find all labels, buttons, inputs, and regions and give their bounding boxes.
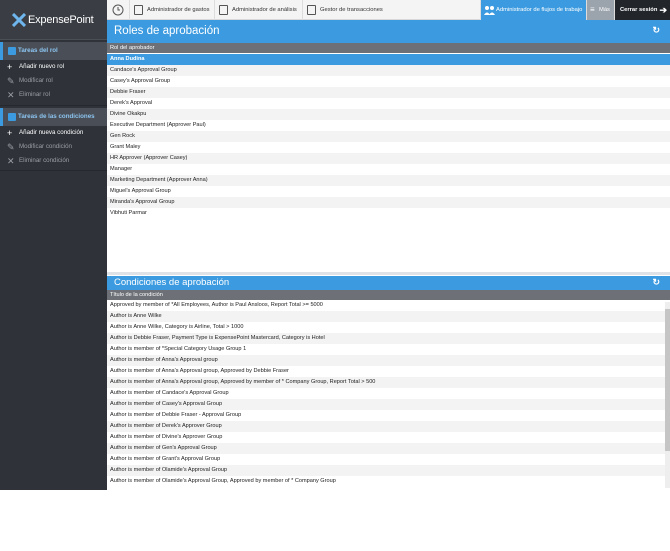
- role-row[interactable]: Manager: [107, 164, 670, 175]
- menu-icon: ≡: [590, 5, 595, 14]
- role-row[interactable]: Candace's Approval Group: [107, 65, 670, 76]
- role-row[interactable]: HR Approver (Approver Casey): [107, 153, 670, 164]
- condition-row[interactable]: Author is member of Anna's Approval grou…: [107, 377, 665, 388]
- refresh-icon[interactable]: ↻: [652, 277, 660, 288]
- add-condition-button[interactable]: + Añadir nueva condición: [0, 126, 107, 140]
- roles-panel-title: Roles de aprobación: [114, 25, 220, 37]
- roles-panel-header: Roles de aprobación ↻: [107, 20, 670, 43]
- roles-tasks-label: Tareas del rol: [18, 47, 58, 54]
- pencil-icon: ✎: [7, 76, 15, 86]
- condition-row[interactable]: Author is member of Derek's Approver Gro…: [107, 421, 665, 432]
- roles-column-header[interactable]: Rol del aprobador: [107, 43, 670, 53]
- close-icon: ✕: [7, 90, 15, 100]
- top-navigation: Administrador de gastos Administrador de…: [107, 0, 670, 20]
- sidebar-divider: [0, 170, 107, 171]
- condition-row[interactable]: Author is member of Anna's Approval grou…: [107, 355, 665, 366]
- analysis-manager-tab[interactable]: Administrador de análisis: [214, 0, 302, 20]
- condition-row[interactable]: Author is member of Olamide's Approval G…: [107, 465, 665, 476]
- sidebar: ExpensePoint Tareas del rol + Añadir nue…: [0, 0, 107, 490]
- role-row-selected[interactable]: Anna Dudina: [107, 54, 670, 65]
- analysis-manager-label: Administrador de análisis: [232, 7, 297, 13]
- delete-condition-button[interactable]: ✕ Eliminar condición: [0, 154, 107, 168]
- condition-row[interactable]: Approved by member of *All Employees, Au…: [107, 300, 665, 311]
- workflow-manager-label: Administrador de flujos de trabajo: [496, 7, 583, 13]
- condition-row[interactable]: Author is Anne Wilke, Category is Airlin…: [107, 322, 665, 333]
- clock-icon: [112, 4, 124, 16]
- role-row[interactable]: Grant Maley: [107, 142, 670, 153]
- conditions-tasks-header: Tareas de las condiciones: [0, 108, 107, 126]
- panel-divider: [107, 272, 670, 275]
- condition-row[interactable]: Author is Debbie Fraser, Payment Type is…: [107, 333, 665, 344]
- pencil-icon: ✎: [7, 142, 15, 152]
- condition-row[interactable]: Author is member of Casey's Approval Gro…: [107, 399, 665, 410]
- plus-icon: +: [7, 62, 13, 72]
- workflow-manager-tab[interactable]: Administrador de flujos de trabajo: [480, 0, 586, 20]
- role-row[interactable]: Executive Department (Approver Paul): [107, 120, 670, 131]
- condition-row[interactable]: Author is member of Divine's Approver Gr…: [107, 432, 665, 443]
- plus-icon: +: [7, 128, 13, 138]
- expense-manager-tab[interactable]: Administrador de gastos: [129, 0, 214, 20]
- modify-role-button[interactable]: ✎ Modificar rol: [0, 74, 107, 88]
- clock-nav-button[interactable]: [107, 0, 129, 20]
- expense-icon: [134, 5, 143, 15]
- brand-name: ExpensePoint: [28, 14, 94, 26]
- condition-row[interactable]: Author is member of Anna's Approval grou…: [107, 366, 665, 377]
- conditions-panel-title: Condiciones de aprobación: [114, 277, 230, 288]
- logout-button[interactable]: Cerrar sesión ➔: [614, 0, 670, 20]
- logout-label: Cerrar sesión: [620, 7, 658, 13]
- role-row[interactable]: Gen Rock: [107, 131, 670, 142]
- modify-condition-label: Modificar condición: [19, 143, 72, 150]
- transaction-manager-tab[interactable]: Gestor de transacciones: [302, 0, 480, 20]
- logout-icon: ➔: [659, 5, 667, 15]
- conditions-tasks-label: Tareas de las condiciones: [18, 113, 95, 120]
- conditions-column-header[interactable]: Título de la condición: [107, 290, 670, 300]
- role-row[interactable]: Miguel's Approval Group: [107, 186, 670, 197]
- logo[interactable]: ExpensePoint: [0, 0, 107, 40]
- conditions-tasks-icon: [8, 113, 16, 121]
- role-row[interactable]: Derek's Approval: [107, 98, 670, 109]
- role-row[interactable]: Marketing Department (Approver Anna): [107, 175, 670, 186]
- condition-row[interactable]: Author is member of Debbie Fraser - Appr…: [107, 410, 665, 421]
- role-row[interactable]: Debbie Fraser: [107, 87, 670, 98]
- transaction-manager-label: Gestor de transacciones: [320, 7, 383, 13]
- condition-row[interactable]: Author is member of Candace's Approval G…: [107, 388, 665, 399]
- sidebar-divider: [0, 105, 107, 106]
- conditions-scrollbar-thumb[interactable]: [665, 309, 670, 451]
- transaction-icon: [307, 5, 316, 15]
- close-icon: ✕: [7, 156, 15, 166]
- expense-manager-label: Administrador de gastos: [147, 7, 210, 13]
- more-menu-button[interactable]: ≡ Más: [586, 0, 614, 20]
- modify-role-label: Modificar rol: [19, 77, 53, 84]
- add-condition-label: Añadir nueva condición: [19, 129, 84, 136]
- delete-role-button[interactable]: ✕ Eliminar rol: [0, 88, 107, 102]
- analysis-icon: [219, 5, 228, 15]
- more-label: Más: [599, 7, 610, 13]
- condition-row[interactable]: Author is member of Grant's Approval Gro…: [107, 454, 665, 465]
- conditions-panel-header: Condiciones de aprobación ↻: [107, 276, 670, 290]
- delete-condition-label: Eliminar condición: [19, 157, 70, 164]
- delete-role-label: Eliminar rol: [19, 91, 50, 98]
- condition-row[interactable]: Author is member of Olamide's Approval G…: [107, 476, 665, 487]
- role-row[interactable]: Divine Okakpu: [107, 109, 670, 120]
- condition-row[interactable]: Author is Anne Wilke: [107, 311, 665, 322]
- role-row[interactable]: Casey's Approval Group: [107, 76, 670, 87]
- roles-tasks-icon: [8, 47, 16, 55]
- role-row[interactable]: Miranda's Approval Group: [107, 197, 670, 208]
- roles-tasks-header: Tareas del rol: [0, 42, 107, 60]
- modify-condition-button[interactable]: ✎ Modificar condición: [0, 140, 107, 154]
- add-role-label: Añadir nuevo rol: [19, 63, 65, 70]
- refresh-icon[interactable]: ↻: [652, 25, 660, 36]
- app-window: ExpensePoint Tareas del rol + Añadir nue…: [0, 0, 670, 490]
- add-role-button[interactable]: + Añadir nuevo rol: [0, 60, 107, 74]
- workflow-icon: [484, 6, 495, 15]
- condition-row[interactable]: Author is member of Gen's Approval Group: [107, 443, 665, 454]
- role-row[interactable]: Vibhuti Parmar: [107, 208, 670, 219]
- expensepoint-logo-icon: [12, 13, 26, 27]
- condition-row[interactable]: Author is member of *Special Category Us…: [107, 344, 665, 355]
